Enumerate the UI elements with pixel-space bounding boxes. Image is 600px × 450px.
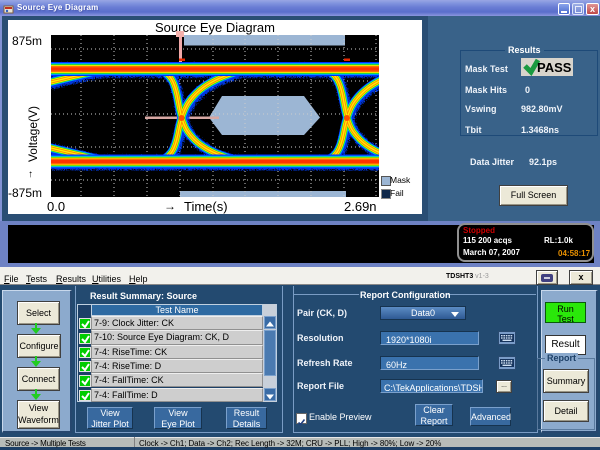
svg-text:PASS: PASS (537, 60, 572, 75)
